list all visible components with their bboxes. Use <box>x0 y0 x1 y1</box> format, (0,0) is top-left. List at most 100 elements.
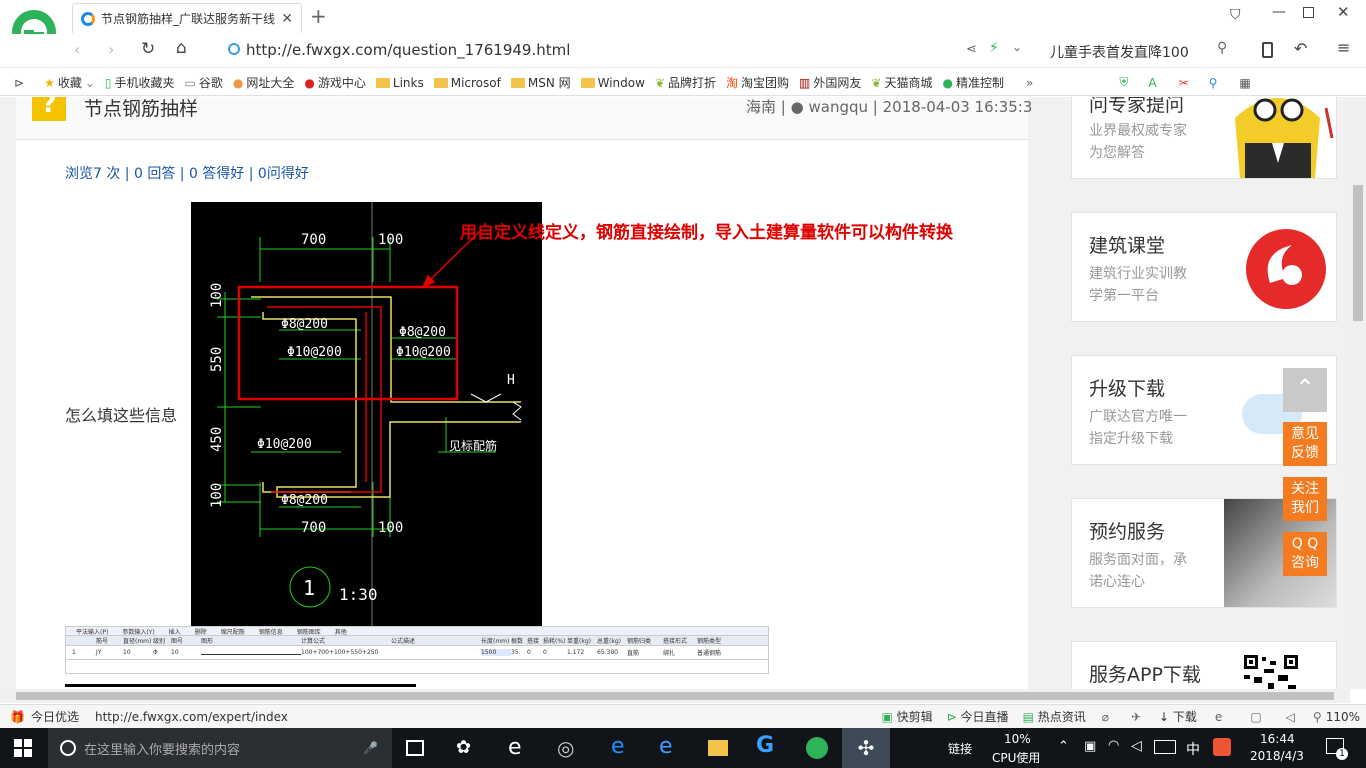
status-left-label[interactable]: 今日优选 <box>31 708 79 725</box>
question-user[interactable]: wangqu <box>808 98 868 116</box>
edge-icon[interactable]: e <box>611 734 625 759</box>
home-icon[interactable]: ⌂ <box>176 38 187 58</box>
ime-indicator[interactable]: 中 <box>1186 739 1200 759</box>
shield-icon[interactable]: ⛨ <box>1119 75 1128 90</box>
bookmark-brand[interactable]: ❦ 品牌打折 <box>655 74 716 91</box>
keyboard-icon[interactable] <box>1154 740 1176 754</box>
clock-time[interactable]: 16:44 <box>1260 732 1295 746</box>
close-button[interactable]: ✕ <box>1337 3 1350 21</box>
sidebar-card-expert[interactable]: 问专家提问 业界最权威专家 为您解答 <box>1071 97 1337 179</box>
feedback-button[interactable]: 意见 反馈 <box>1283 422 1327 466</box>
grid-icon[interactable]: ▦ <box>1239 76 1250 90</box>
wifi-icon[interactable]: ◠ <box>1108 738 1119 753</box>
sidebar-toggle-icon[interactable]: ⊳ <box>14 76 24 90</box>
bookmark-microsoft[interactable]: Microsof <box>433 76 501 90</box>
search-icon[interactable]: ⚲ <box>1217 40 1227 56</box>
window-icon[interactable]: ▢ <box>1250 710 1261 724</box>
ie-taskbar-icon[interactable]: e <box>659 734 673 759</box>
qq-consult-button[interactable]: Q Q 咨询 <box>1283 532 1327 576</box>
sidebar-card-app[interactable]: 服务APP下载 <box>1071 641 1337 689</box>
new-tab-button[interactable]: + <box>310 4 327 28</box>
table-row[interactable]: 1 JY 10 Φ 10 100+700+100+550+250 1500 35… <box>66 646 768 660</box>
question-stats[interactable]: 浏览7 次 | 0 回答 | 0 答得好 | 0问得好 <box>65 163 309 183</box>
bookmark-precise[interactable]: ● 精准控制 <box>942 74 1004 91</box>
sogou-icon[interactable] <box>1213 738 1231 756</box>
bookmark-games[interactable]: ● 游戏中心 <box>304 74 366 91</box>
app-icon-g[interactable]: G <box>756 733 774 758</box>
browser-tab[interactable]: 节点钢筋抽样_广联达服务新干线 ✕ <box>72 3 302 33</box>
app-icon-3[interactable]: ◎ <box>557 736 574 760</box>
download-item[interactable]: ↓ 下载 <box>1159 708 1197 725</box>
more-bookmarks-icon[interactable]: » <box>1026 76 1033 90</box>
quick-edit-item[interactable]: ▣ 快剪辑 <box>882 708 933 725</box>
hscroll-thumb[interactable] <box>16 692 1334 700</box>
file-explorer-icon[interactable] <box>708 740 728 756</box>
bookmark-sites[interactable]: ● 网址大全 <box>233 74 295 91</box>
bookmark-google[interactable]: ▭ 谷歌 <box>185 74 223 91</box>
software-table: 平法输入(P) 参数输入(Y) 插入 删除 缩尺配筋 钢筋信息 钢筋图库 其他 … <box>65 626 769 674</box>
magnifier-icon[interactable]: ⚲ <box>1209 76 1218 90</box>
zoom-level[interactable]: 110% <box>1326 710 1360 724</box>
vertical-scrollbar[interactable] <box>1350 97 1366 689</box>
chevron-down-icon[interactable]: ⌄ <box>1012 40 1022 54</box>
search-hint[interactable]: 儿童手表首发直降100 <box>1050 42 1189 62</box>
app-icon-active[interactable]: ✣ <box>842 728 890 768</box>
refresh-icon[interactable]: ↻ <box>141 39 155 59</box>
follow-us-button[interactable]: 关注 我们 <box>1283 477 1327 521</box>
undo-icon[interactable]: ↶ <box>1294 39 1307 58</box>
bookmark-taobao[interactable]: 淘淘宝团购 <box>726 74 789 91</box>
zoom-icon[interactable]: ⚲ <box>1313 710 1322 724</box>
translate-icon[interactable]: A <box>1148 76 1156 90</box>
scissors-icon[interactable]: ✂ <box>1179 76 1189 90</box>
taskbar-search-text: 在这里输入你要搜索的内容 <box>84 742 241 758</box>
volume-icon[interactable]: ◁ <box>1131 738 1142 754</box>
leaf-icon: ❦ <box>871 75 882 90</box>
app-icon-2-browser[interactable]: e <box>508 735 522 760</box>
back-icon[interactable]: ‹ <box>74 40 80 59</box>
live-item[interactable]: ⊳ 今日直播 <box>947 708 1009 725</box>
speed-icon[interactable]: ✈ <box>1131 710 1141 724</box>
tray-chevron-icon[interactable]: ⌃ <box>1058 739 1069 754</box>
clean-icon[interactable]: ⌀ <box>1102 710 1109 724</box>
sidebar-card-course[interactable]: 建筑课堂 建筑行业实训教 学第一平台 <box>1071 212 1337 322</box>
bookmark-mobile[interactable]: ▯ 手机收藏夹 <box>105 74 175 91</box>
bookmark-msn[interactable]: MSN 网 <box>510 74 571 91</box>
taskbar-link-label[interactable]: 链接 <box>948 740 972 757</box>
minimize-button[interactable]: — <box>1272 4 1286 20</box>
phone-icon[interactable] <box>1262 42 1273 58</box>
app-icon-360[interactable] <box>806 737 828 759</box>
menu-icon[interactable]: ≡ <box>1337 38 1350 57</box>
clock-date[interactable]: 2018/4/3 <box>1250 749 1304 763</box>
bookmark-foreign[interactable]: ▥ 外国网友 <box>799 74 861 91</box>
tray-icon-1[interactable]: ▣ <box>1084 739 1096 754</box>
microphone-icon[interactable]: 🎤 <box>363 741 378 755</box>
bookmark-links[interactable]: Links <box>375 76 424 90</box>
folder-icon <box>433 77 448 88</box>
dim-top-2: 100 <box>378 232 403 248</box>
drawing-annotation: 用自定义线定义，钢筋直接绘制，导入土建算量软件可以构件转换 <box>460 223 953 243</box>
scroll-thumb[interactable] <box>1353 185 1363 321</box>
bookmark-favorites[interactable]: ★ 收藏 ⌄ <box>44 74 95 91</box>
news-item[interactable]: ▤ 热点资讯 <box>1023 708 1086 725</box>
app-icon-1[interactable]: ✿ <box>456 737 471 758</box>
speaker-icon[interactable]: ◁ <box>1286 710 1295 724</box>
ie-icon[interactable]: e <box>1215 710 1222 724</box>
windows-start-icon[interactable] <box>14 739 32 757</box>
horizontal-scrollbar[interactable] <box>0 689 1350 703</box>
taskbar-search-box[interactable]: 在这里输入你要搜索的内容 🎤 <box>48 728 392 768</box>
bookmark-tmall[interactable]: ❦ 天猫商城 <box>871 74 932 91</box>
restore-button[interactable] <box>1303 7 1314 18</box>
tab-close-icon[interactable]: ✕ <box>281 11 293 27</box>
question-region[interactable]: 海南 <box>746 98 776 116</box>
back-to-top-button[interactable]: ⌃ <box>1283 368 1327 412</box>
task-view-icon[interactable] <box>406 740 424 756</box>
rebar-label-3: Φ8@200 <box>399 325 446 340</box>
dim-left-4: 100 <box>209 483 225 508</box>
share-icon[interactable]: ⋖ <box>966 42 977 57</box>
lightning-icon[interactable]: ⚡ <box>989 40 999 56</box>
bookmark-windows[interactable]: Window <box>580 76 645 90</box>
shirt-icon[interactable]: ⛉ <box>1230 7 1241 23</box>
url-field[interactable]: http://e.fwxgx.com/question_1761949.html <box>246 41 570 59</box>
forward-icon[interactable]: › <box>108 40 114 59</box>
rebar-shape <box>201 650 301 655</box>
